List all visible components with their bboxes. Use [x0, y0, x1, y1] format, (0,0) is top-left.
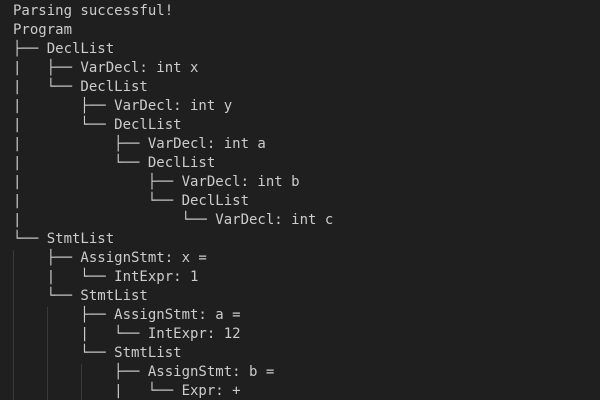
tree-line: | └── DeclList	[13, 117, 182, 133]
tree-line: ├── AssignStmt: b =	[13, 364, 275, 380]
tree-line: | ├── VarDecl: int y	[13, 98, 233, 114]
indent-guide	[81, 364, 82, 400]
tree-line: ├── AssignStmt: a =	[13, 307, 241, 323]
tree-line: | └── DeclList	[13, 155, 216, 171]
tree-line: | └── Expr: +	[13, 383, 241, 399]
tree-line: | ├── VarDecl: int a	[13, 136, 266, 152]
tree-line: └── StmtList	[13, 231, 115, 247]
status-message: Parsing successful!	[13, 3, 174, 19]
tree-line: | ├── VarDecl: int x	[13, 60, 199, 76]
tree-line: | └── DeclList	[13, 79, 148, 95]
tree-line: | ├── VarDecl: int b	[13, 174, 300, 190]
indent-guide	[47, 307, 48, 400]
indent-guide	[13, 250, 14, 400]
tree-line: ├── DeclList	[13, 41, 115, 57]
tree-line: └── StmtList	[13, 345, 182, 361]
terminal-output: Parsing successful! Program ├── DeclList…	[0, 0, 600, 400]
tree-line: | └── IntExpr: 12	[13, 326, 241, 342]
tree-line: └── StmtList	[13, 288, 148, 304]
tree-line: | └── VarDecl: int c	[13, 212, 334, 228]
tree-line: | └── DeclList	[13, 193, 250, 209]
tree-line: | └── IntExpr: 1	[13, 269, 199, 285]
tree-line: ├── AssignStmt: x =	[13, 250, 207, 266]
tree-root: Program	[13, 22, 73, 38]
